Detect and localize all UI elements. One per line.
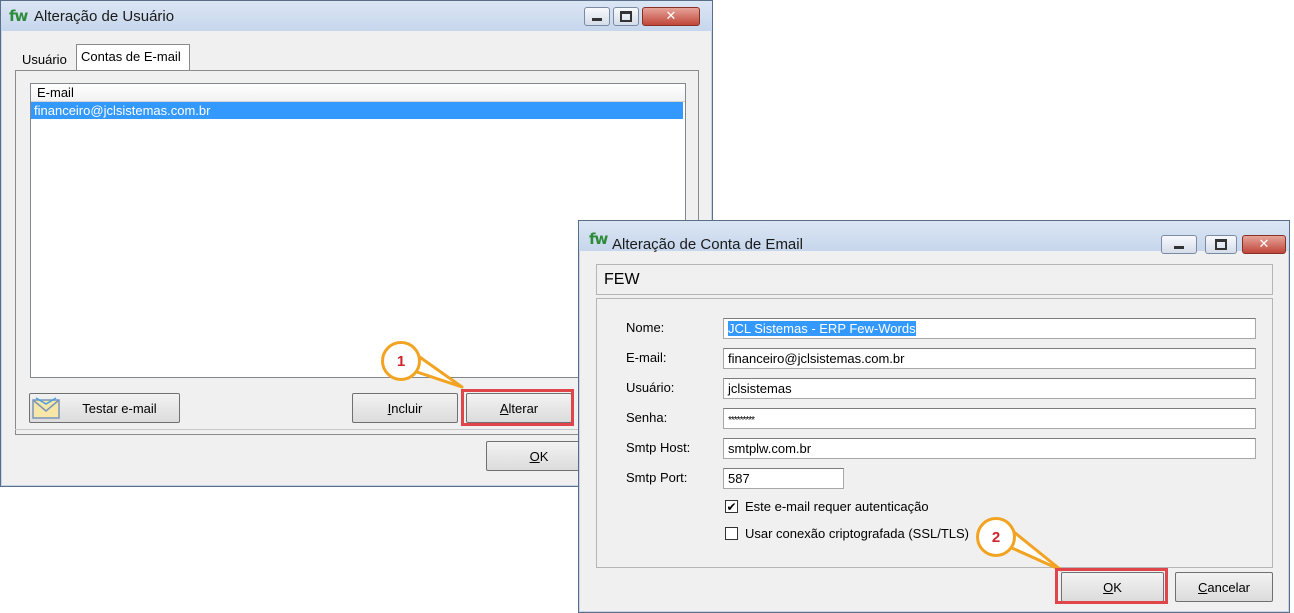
- ssl-checkbox-label[interactable]: Usar conexão criptografada (SSL/TLS): [745, 526, 969, 541]
- test-email-label: Testar e-mail: [82, 400, 157, 416]
- minimize-icon: [592, 18, 602, 21]
- ok-label: K: [539, 448, 549, 464]
- title-bar[interactable]: fw Alteração de Usuário ✕: [1, 1, 712, 31]
- ok-mnemonic: O: [529, 448, 540, 464]
- smtp-host-field[interactable]: smtplw.com.br: [723, 438, 1256, 459]
- highlight-change-button: [461, 389, 574, 426]
- email-field-value: financeiro@jclsistemas.com.br: [728, 351, 905, 366]
- tab-usuario-label: Usuário: [22, 52, 67, 67]
- auth-checkbox-label[interactable]: Este e-mail requer autenticação: [745, 499, 929, 514]
- email-field[interactable]: financeiro@jclsistemas.com.br: [723, 348, 1256, 369]
- window-title: Alteração de Conta de Email: [612, 236, 803, 253]
- cancel-label: ancelar: [1207, 579, 1251, 595]
- close-icon: ✕: [1258, 237, 1270, 252]
- tab-usuario[interactable]: Usuário: [18, 49, 71, 70]
- email-label: E-mail:: [626, 350, 667, 365]
- app-logo-icon: fw: [589, 230, 608, 248]
- tab-contas-email[interactable]: Contas de E-mail: [76, 44, 190, 71]
- checkmark-icon: ✔: [726, 499, 737, 514]
- test-email-button[interactable]: Testar e-mail: [29, 393, 180, 423]
- password-label: Senha:: [626, 410, 668, 425]
- email-list-header[interactable]: E-mail: [31, 84, 685, 102]
- step-marker-1: 1: [381, 341, 421, 381]
- name-label: Nome:: [626, 320, 665, 335]
- email-list-row[interactable]: financeiro@jclsistemas.com.br: [31, 102, 683, 119]
- maximize-icon: [1215, 239, 1227, 250]
- tab-contas-email-label: Contas de E-mail: [81, 49, 181, 64]
- smtp-port-field-value: 587: [728, 471, 750, 486]
- user-field-value: jclsistemas: [728, 381, 792, 396]
- highlight-ok-button: [1055, 568, 1168, 604]
- minimize-button[interactable]: [1161, 235, 1197, 254]
- smtp-host-label: Smtp Host:: [626, 440, 691, 455]
- company-header-text: FEW: [604, 271, 640, 288]
- smtp-host-field-value: smtplw.com.br: [728, 441, 812, 456]
- user-field[interactable]: jclsistemas: [723, 378, 1256, 399]
- minimize-button[interactable]: [584, 7, 610, 26]
- ok-button[interactable]: OK: [486, 441, 592, 471]
- step-marker-2-label: 2: [991, 528, 1001, 546]
- close-icon: ✕: [665, 9, 677, 24]
- maximize-button[interactable]: [1205, 235, 1237, 254]
- close-button[interactable]: ✕: [1242, 235, 1286, 254]
- auth-checkbox[interactable]: ✔: [725, 500, 738, 513]
- smtp-port-field[interactable]: 587: [723, 468, 844, 489]
- company-header-panel: FEW: [596, 264, 1273, 295]
- step-marker-1-label: 1: [396, 352, 406, 370]
- user-label: Usuário:: [626, 380, 675, 395]
- maximize-icon: [620, 11, 632, 22]
- app-logo-icon: fw: [9, 7, 28, 25]
- password-field-value: *********: [728, 415, 755, 426]
- maximize-button[interactable]: [613, 7, 639, 26]
- name-field-value: JCL Sistemas - ERP Few-Words: [728, 321, 916, 336]
- account-form-panel: Nome: JCL Sistemas - ERP Few-Words E-mai…: [596, 298, 1273, 568]
- cancel-mnemonic: C: [1197, 579, 1208, 595]
- smtp-port-label: Smtp Port:: [626, 470, 688, 485]
- email-account-window: fw Alteração de Conta de Email ✕ FEW Nom…: [578, 220, 1290, 613]
- name-field[interactable]: JCL Sistemas - ERP Few-Words: [723, 318, 1256, 339]
- email-column-header: E-mail: [37, 85, 74, 100]
- cancel-button[interactable]: Cancelar: [1175, 572, 1273, 602]
- title-bar[interactable]: fw Alteração de Conta de Email ✕: [579, 221, 1289, 254]
- step-marker-2: 2: [976, 517, 1016, 557]
- ssl-checkbox[interactable]: [725, 527, 738, 540]
- password-field[interactable]: *********: [723, 408, 1256, 429]
- envelope-icon: [32, 397, 60, 419]
- close-button[interactable]: ✕: [642, 7, 700, 26]
- window-title: Alteração de Usuário: [34, 8, 175, 25]
- minimize-icon: [1174, 246, 1184, 249]
- email-list-row-text: financeiro@jclsistemas.com.br: [34, 103, 211, 118]
